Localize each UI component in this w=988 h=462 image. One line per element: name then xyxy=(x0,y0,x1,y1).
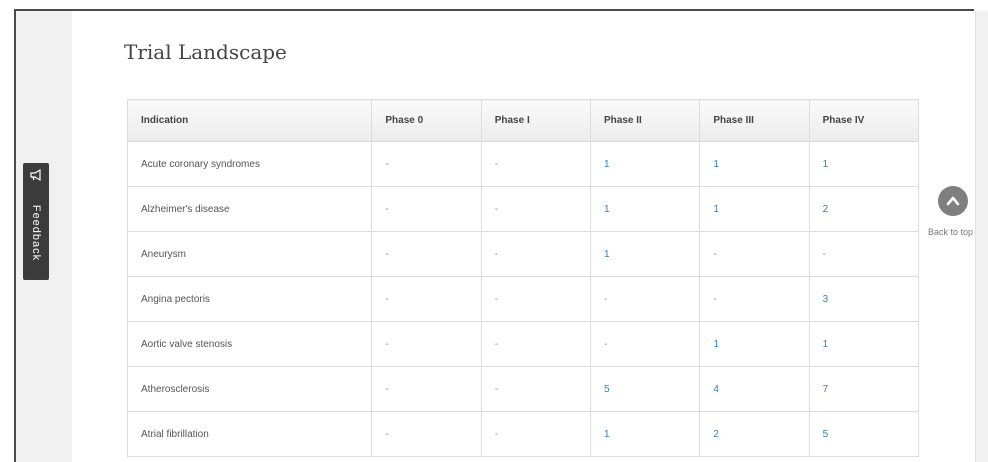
cell-phase-4[interactable]: 3 xyxy=(808,276,920,322)
cell-phase-0: - xyxy=(371,186,482,232)
header-phase-4: Phase IV xyxy=(808,99,920,142)
cell-phase-3[interactable]: 2 xyxy=(699,411,810,457)
table-row: Atrial fibrillation - -1 2 5 xyxy=(126,411,920,457)
cell-phase-1: - xyxy=(480,366,592,412)
cell-indication: Aortic valve stenosis xyxy=(126,321,373,367)
feedback-tab[interactable]: Feedback xyxy=(23,163,49,280)
table-row: Aortic valve stenosis - - -1 1 xyxy=(126,321,920,367)
table-header-row: Indication Phase 0 Phase I Phase II Phas… xyxy=(126,99,920,142)
table-row: Atherosclerosis - -5 4 7 xyxy=(126,366,920,412)
cell-phase-1: - xyxy=(480,186,592,232)
cell-phase-1: - xyxy=(480,276,592,322)
table-row: Acute coronary syndromes - -1 1 1 xyxy=(126,141,920,187)
cell-phase-1: - xyxy=(480,321,592,367)
cell-phase-1: - xyxy=(480,411,592,457)
cell-phase-2[interactable]: 1 xyxy=(590,141,701,187)
header-indication: Indication xyxy=(126,99,373,142)
feedback-label: Feedback xyxy=(30,204,42,262)
back-to-top-label: Back to top xyxy=(928,227,974,237)
cell-phase-2[interactable]: 1 xyxy=(590,411,701,457)
cell-phase-3: - xyxy=(699,276,810,322)
page-frame: Trial Landscape Indication Phase 0 Phase… xyxy=(0,0,988,462)
cell-phase-3[interactable]: 4 xyxy=(699,366,810,412)
table-body: Acute coronary syndromes - -1 1 1 Alzheimer's… xyxy=(126,141,920,457)
cell-phase-3: - xyxy=(699,231,810,277)
megaphone-icon xyxy=(28,168,44,184)
cell-phase-2: - xyxy=(590,276,701,322)
cell-phase-0: - xyxy=(371,366,482,412)
back-to-top-button[interactable]: Back to top xyxy=(928,186,988,246)
cell-phase-4[interactable]: 5 xyxy=(808,411,920,457)
header-phase-1: Phase I xyxy=(480,99,592,142)
cell-phase-4[interactable]: 2 xyxy=(808,186,920,232)
cell-phase-2[interactable]: 1 xyxy=(590,186,701,232)
cell-phase-0: - xyxy=(371,141,482,187)
table-row: Angina pectoris - - - -3 xyxy=(126,276,920,322)
cell-indication: Atherosclerosis xyxy=(126,366,373,412)
cell-phase-3[interactable]: 1 xyxy=(699,141,810,187)
cell-phase-0: - xyxy=(371,231,482,277)
cell-phase-2[interactable]: 1 xyxy=(590,231,701,277)
cell-indication: Acute coronary syndromes xyxy=(126,141,373,187)
header-phase-0: Phase 0 xyxy=(371,99,482,142)
cell-phase-2[interactable]: 5 xyxy=(590,366,701,412)
cell-phase-0: - xyxy=(371,276,482,322)
cell-phase-2: - xyxy=(590,321,701,367)
table-row: Alzheimer's disease - -1 1 2 xyxy=(126,186,920,232)
cell-phase-1: - xyxy=(480,231,592,277)
cell-phase-3[interactable]: 1 xyxy=(699,186,810,232)
cell-indication: Alzheimer's disease xyxy=(126,186,373,232)
cell-indication: Atrial fibrillation xyxy=(126,411,373,457)
cell-phase-0: - xyxy=(371,321,482,367)
cell-indication: Aneurysm xyxy=(126,231,373,277)
cell-phase-4[interactable]: 7 xyxy=(808,366,920,412)
cell-phase-4[interactable]: 1 xyxy=(808,141,920,187)
table-row: Aneurysm - -1- - xyxy=(126,231,920,277)
cell-phase-1: - xyxy=(480,141,592,187)
header-phase-3: Phase III xyxy=(699,99,810,142)
chevron-up-icon xyxy=(938,186,968,216)
cell-phase-4[interactable]: 1 xyxy=(808,321,920,367)
trial-landscape-table: Indication Phase 0 Phase I Phase II Phas… xyxy=(126,99,920,457)
cell-phase-3[interactable]: 1 xyxy=(699,321,810,367)
cell-phase-4: - xyxy=(808,231,920,277)
header-phase-2: Phase II xyxy=(590,99,701,142)
cell-indication: Angina pectoris xyxy=(126,276,373,322)
page-title: Trial Landscape xyxy=(124,40,287,64)
cell-phase-0: - xyxy=(371,411,482,457)
